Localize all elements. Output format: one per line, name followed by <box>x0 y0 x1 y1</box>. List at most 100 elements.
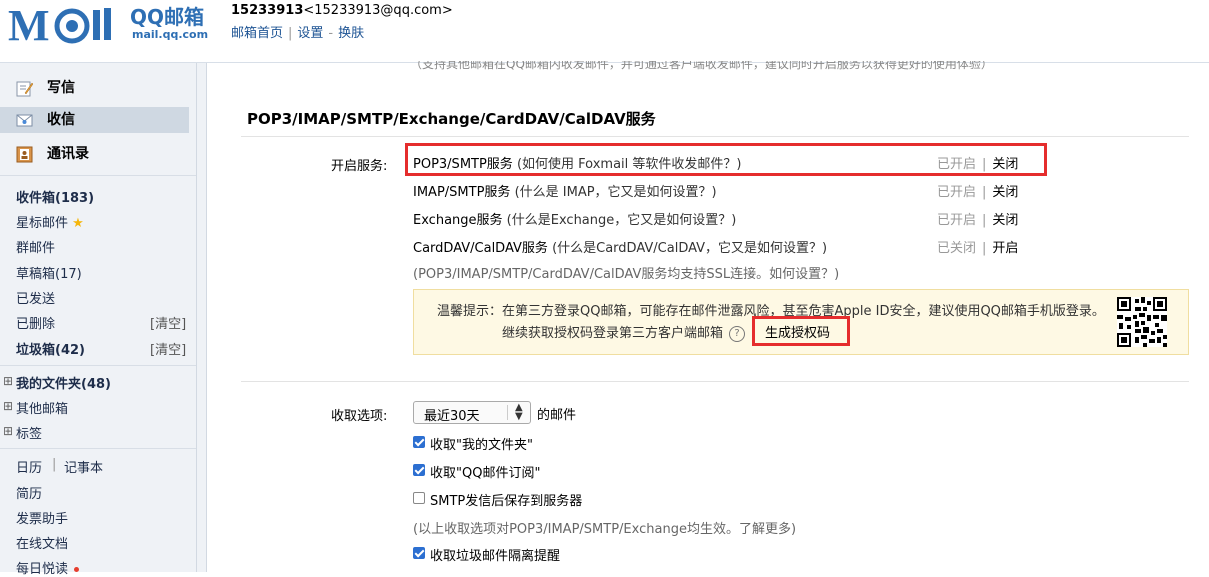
sidebar-contacts-label: 通讯录 <box>47 146 89 162</box>
service-name: Exchange服务 <box>413 213 503 228</box>
service-state: 已关闭 <box>937 241 977 256</box>
ssl-note[interactable]: (POP3/IMAP/SMTP/CardDAV/CalDAV服务均支持SSL连接… <box>413 263 839 282</box>
tools-separator: | <box>52 457 57 472</box>
highlight-box-pop3 <box>405 143 1047 176</box>
expand-icon[interactable]: ⊞ <box>3 374 13 388</box>
checkbox-label: 收取"我的文件夹" <box>430 438 533 453</box>
inbox-icon <box>16 114 33 127</box>
receive-range-select[interactable]: 最近30天 ▲ ▼ <box>413 401 531 424</box>
service-help-link[interactable]: (什么是 IMAP，它又是如何设置？) <box>515 185 717 200</box>
service-state: 已开启 <box>937 185 977 200</box>
clipped-description: （支持其他邮箱在QQ邮箱内收发邮件，并可通过客户端收发邮件，建议同时开启服务以获… <box>410 61 1150 73</box>
clipped-description-text: （支持其他邮箱在QQ邮箱内收发邮件，并可通过客户端收发邮件，建议同时开启服务以获… <box>410 61 993 71</box>
link-settings[interactable]: 设置 <box>297 26 323 41</box>
checkbox-smtp-save[interactable] <box>413 492 425 504</box>
folder-starred-label: 星标邮件 <box>16 216 69 231</box>
group-tags[interactable]: 标签 <box>16 423 42 442</box>
folder-inbox[interactable]: 收件箱(183) <box>16 187 94 206</box>
folder-sent[interactable]: 已发送 <box>16 288 55 307</box>
account-email: <15233913@qq.com> <box>303 3 453 18</box>
service-status-imap: 已开启 | 关闭 <box>937 185 1019 200</box>
content-gutter <box>197 63 206 572</box>
svg-text:M: M <box>8 4 49 46</box>
expand-icon[interactable]: ⊞ <box>3 399 13 413</box>
receive-range-value: 最近30天 <box>424 409 480 424</box>
service-help-link[interactable]: (什么是CardDAV/CalDAV，它又是如何设置？) <box>552 241 827 256</box>
checkbox-spam-alert[interactable] <box>413 547 425 559</box>
service-name: CardDAV/CalDAV服务 <box>413 241 548 256</box>
service-toggle-link[interactable]: 关闭 <box>992 213 1018 228</box>
tool-invoice[interactable]: 发票助手 <box>16 508 68 527</box>
folder-deleted[interactable]: 已删除 <box>16 313 55 332</box>
sidebar-divider <box>0 175 196 176</box>
content-border <box>206 63 207 572</box>
sidebar-compose-label: 写信 <box>47 80 75 96</box>
compose-icon <box>16 81 33 97</box>
highlight-box-auth-code <box>752 316 850 346</box>
expand-icon[interactable]: ⊞ <box>3 424 13 438</box>
folder-starred[interactable]: 星标邮件 ★ <box>16 212 84 231</box>
top-bar: M QQ邮箱 mail.qq.com 15233913<15233913@qq.… <box>0 0 1209 63</box>
star-icon: ★ <box>72 216 84 231</box>
receive-suffix: 的邮件 <box>537 408 577 423</box>
contacts-icon <box>16 146 33 163</box>
sidebar-inbox[interactable]: 收信 <box>0 107 189 133</box>
sidebar-divider <box>0 448 196 449</box>
service-row-imap: IMAP/SMTP服务 (什么是 IMAP，它又是如何设置？) <box>413 181 717 200</box>
services-label: 开启服务: <box>331 159 388 174</box>
select-divider <box>507 405 508 420</box>
logo-qq-text: QQ邮箱 <box>130 5 205 29</box>
link-home[interactable]: 邮箱首页 <box>231 26 283 41</box>
folder-group[interactable]: 群邮件 <box>16 237 55 256</box>
sidebar-inbox-label: 收信 <box>47 112 75 128</box>
link-separator: | <box>288 26 293 41</box>
account-number: 15233913 <box>231 3 304 18</box>
service-name: IMAP/SMTP服务 <box>413 185 511 200</box>
section-title: POP3/IMAP/SMTP/Exchange/CardDAV/CalDAV服务 <box>247 110 656 128</box>
tool-docs[interactable]: 在线文档 <box>16 533 68 552</box>
tool-resume[interactable]: 简历 <box>16 483 42 502</box>
folder-spam[interactable]: 垃圾箱(42) <box>16 339 85 358</box>
sidebar-divider <box>0 365 196 366</box>
logo-url-text: mail.qq.com <box>132 28 209 41</box>
account-info: 15233913<15233913@qq.com> <box>231 3 453 18</box>
tool-calendar[interactable]: 日历 <box>16 457 42 476</box>
group-my-folders[interactable]: 我的文件夹(48) <box>16 373 111 392</box>
options-note[interactable]: (以上收取选项对POP3/IMAP/SMTP/Exchange均生效。了解更多) <box>413 518 796 537</box>
section-divider <box>241 381 1189 382</box>
qqmail-logo[interactable]: M QQ邮箱 mail.qq.com <box>8 4 220 46</box>
tool-daily-read[interactable]: 每日悦读 <box>16 558 80 577</box>
checkbox-label: SMTP发信后保存到服务器 <box>430 494 583 509</box>
checkbox-label: 收取垃圾邮件隔离提醒 <box>430 549 561 564</box>
receive-options-label: 收取选项: <box>331 409 388 424</box>
warning-line2-text: 继续获取授权码登录第三方客户端邮箱 <box>502 326 724 341</box>
folder-drafts[interactable]: 草稿箱(17) <box>16 263 82 282</box>
checkbox-qq-subscription[interactable] <box>413 464 425 476</box>
clear-deleted-link[interactable]: [清空] <box>150 313 186 332</box>
service-row-carddav: CardDAV/CalDAV服务 (什么是CardDAV/CalDAV，它又是如… <box>413 237 827 256</box>
clear-spam-link[interactable]: [清空] <box>150 339 186 358</box>
sidebar: 写信 收信 通讯录 收件箱(183) 星标邮件 ★ 群邮件 草稿箱(17) 已发… <box>0 63 196 577</box>
service-toggle-link[interactable]: 开启 <box>992 241 1018 256</box>
logo-mark-icon: M <box>8 4 111 46</box>
top-links: 邮箱首页 | 设置 - 换肤 <box>231 22 364 41</box>
warning-line2: 继续获取授权码登录第三方客户端邮箱? <box>502 322 746 342</box>
qr-code-icon <box>1117 297 1167 347</box>
checkbox-my-folders[interactable] <box>413 436 425 448</box>
sidebar-contacts[interactable]: 通讯录 <box>0 141 196 167</box>
service-row-exchange: Exchange服务 (什么是Exchange，它又是如何设置？) <box>413 209 736 228</box>
checkbox-label: 收取"QQ邮件订阅" <box>430 466 541 481</box>
service-help-link[interactable]: (什么是Exchange，它又是如何设置？) <box>507 213 737 228</box>
link-skin[interactable]: 换肤 <box>338 26 364 41</box>
section-divider <box>241 136 1189 137</box>
service-state: 已开启 <box>937 213 977 228</box>
service-toggle-link[interactable]: 关闭 <box>992 185 1018 200</box>
service-status-carddav: 已关闭 | 开启 <box>937 241 1019 256</box>
tool-daily-read-label: 每日悦读 <box>16 562 69 577</box>
tool-notes[interactable]: 记事本 <box>64 457 103 476</box>
help-icon[interactable]: ? <box>729 325 746 342</box>
select-updown-icon: ▲ ▼ <box>515 402 523 422</box>
sidebar-compose[interactable]: 写信 <box>0 75 196 101</box>
group-other-mailboxes[interactable]: 其他邮箱 <box>16 398 68 417</box>
unread-dot-icon <box>74 567 80 572</box>
